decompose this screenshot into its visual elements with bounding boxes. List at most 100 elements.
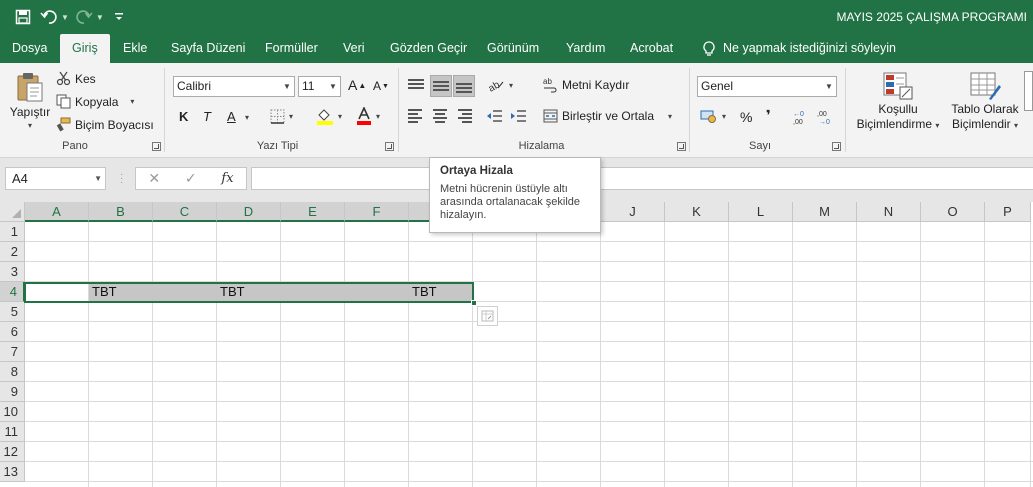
paste-button[interactable]: Yapıştır ▾ xyxy=(10,71,50,130)
middle-align-button[interactable] xyxy=(430,75,452,97)
row-header-9[interactable]: 9 xyxy=(0,382,25,402)
spreadsheet-grid[interactable]: ABCDEFGHIJKLMNOP12345678910111213 TBTTBT… xyxy=(0,202,1033,487)
row-header-1[interactable]: 1 xyxy=(0,222,25,242)
column-header-d[interactable]: D xyxy=(217,202,281,222)
row-header-12[interactable]: 12 xyxy=(0,442,25,462)
column-header-e[interactable]: E xyxy=(281,202,345,222)
column-header-f[interactable]: F xyxy=(345,202,409,222)
top-align-button[interactable] xyxy=(406,75,426,97)
tab-yardim[interactable]: Yardım xyxy=(566,34,605,63)
chevron-down-icon[interactable]: ▾ xyxy=(668,112,672,121)
increase-indent-icon[interactable] xyxy=(510,109,527,123)
font-name-combo[interactable]: Calibri ▼ xyxy=(173,76,295,97)
tab-acrobat[interactable]: Acrobat xyxy=(630,34,673,63)
cell-styles-button[interactable] xyxy=(1024,71,1033,111)
quick-analysis-icon[interactable] xyxy=(477,306,498,326)
conditional-formatting-button[interactable]: Koşullu Biçimlendirme ▾ xyxy=(854,71,942,131)
chevron-down-icon[interactable]: ▾ xyxy=(130,97,134,106)
tab-gorunum[interactable]: Görünüm xyxy=(487,34,539,63)
redo-dropdown-icon[interactable]: ▼ xyxy=(96,13,104,22)
column-header-p[interactable]: P xyxy=(985,202,1031,222)
column-header-b[interactable]: B xyxy=(89,202,153,222)
grow-font-button[interactable]: A ▲ xyxy=(348,77,366,93)
font-size-combo[interactable]: 11 ▼ xyxy=(298,76,341,97)
chevron-down-icon[interactable]: ▾ xyxy=(245,113,249,122)
tab-formuller[interactable]: Formüller xyxy=(265,34,318,63)
tab-veri[interactable]: Veri xyxy=(343,34,365,63)
number-launcher-icon[interactable] xyxy=(832,142,841,151)
percent-style-button[interactable]: % xyxy=(740,109,752,125)
copy-button[interactable]: Kopyala ▾ xyxy=(56,94,134,109)
align-center-button[interactable] xyxy=(432,109,448,123)
align-right-button[interactable] xyxy=(456,109,472,123)
tab-sayfa-duzeni[interactable]: Sayfa Düzeni xyxy=(171,34,245,63)
wrap-text-button[interactable]: ab Metni Kaydır xyxy=(543,77,629,93)
row-header-5[interactable]: 5 xyxy=(0,302,25,322)
merge-cells-icon xyxy=(543,109,558,123)
align-left-button[interactable] xyxy=(408,109,424,123)
row-header-7[interactable]: 7 xyxy=(0,342,25,362)
row-header-6[interactable]: 6 xyxy=(0,322,25,342)
save-icon[interactable] xyxy=(12,6,34,28)
column-header-j[interactable]: J xyxy=(601,202,665,222)
undo-icon[interactable] xyxy=(38,6,60,28)
fill-color-button[interactable]: ▾ xyxy=(316,107,342,125)
cell-d4[interactable]: TBT xyxy=(220,282,245,302)
underline-button[interactable]: A xyxy=(227,109,236,124)
column-header-l[interactable]: L xyxy=(729,202,793,222)
cut-button[interactable]: Kes xyxy=(56,71,96,86)
formula-bar-grip-icon[interactable]: · · · xyxy=(120,170,123,188)
merge-center-button[interactable]: Birleştir ve Ortala ▾ xyxy=(543,109,672,123)
accounting-format-button[interactable]: ▾ xyxy=(700,109,726,123)
column-header-a[interactable]: A xyxy=(25,202,89,222)
comma-style-button[interactable]: ❜ xyxy=(766,107,771,124)
row-header-11[interactable]: 11 xyxy=(0,422,25,442)
tell-me-search[interactable]: Ne yapmak istediğinizi söyleyin xyxy=(703,34,896,63)
column-header-n[interactable]: N xyxy=(857,202,921,222)
row-header-13[interactable]: 13 xyxy=(0,462,25,482)
cell-g4[interactable]: TBT xyxy=(412,282,437,302)
tab-giris[interactable]: Giriş xyxy=(60,34,110,63)
tab-gozden-gecir[interactable]: Gözden Geçir xyxy=(390,34,467,63)
bold-button[interactable]: K xyxy=(179,109,188,124)
clipboard-launcher-icon[interactable] xyxy=(152,142,161,151)
font-color-button[interactable]: ▾ xyxy=(356,107,380,125)
row-header-10[interactable]: 10 xyxy=(0,402,25,422)
insert-function-button[interactable]: fx xyxy=(221,171,233,186)
column-header-k[interactable]: K xyxy=(665,202,729,222)
enter-icon[interactable]: ✓ xyxy=(185,170,197,187)
decrease-indent-icon[interactable] xyxy=(486,109,503,123)
name-box[interactable]: A4 ▼ xyxy=(5,167,106,190)
format-as-table-button[interactable]: Tablo Olarak Biçimlendir ▾ xyxy=(946,71,1024,131)
row-header-8[interactable]: 8 xyxy=(0,362,25,382)
redo-icon[interactable] xyxy=(73,6,95,28)
column-header-o[interactable]: O xyxy=(921,202,985,222)
undo-dropdown-icon[interactable]: ▼ xyxy=(61,13,69,22)
orientation-button[interactable]: ab ▾ xyxy=(487,78,513,92)
font-launcher-icon[interactable] xyxy=(385,142,394,151)
bottom-align-button[interactable] xyxy=(453,75,475,97)
tab-ekle[interactable]: Ekle xyxy=(123,34,147,63)
format-painter-button[interactable]: Biçim Boyacısı xyxy=(56,117,154,132)
decrease-decimal-icon[interactable]: ,00 →0 xyxy=(816,109,834,125)
increase-decimal-icon[interactable]: ←0,00 xyxy=(792,109,810,125)
customize-qat-icon[interactable] xyxy=(108,6,130,28)
svg-text:,00: ,00 xyxy=(793,119,803,125)
grid-line xyxy=(25,341,1033,342)
row-header-3[interactable]: 3 xyxy=(0,262,25,282)
number-format-combo[interactable]: Genel ▼ xyxy=(697,76,837,97)
italic-button[interactable]: T xyxy=(203,109,211,124)
alignment-launcher-icon[interactable] xyxy=(677,142,686,151)
tab-dosya[interactable]: Dosya xyxy=(12,34,47,63)
column-header-m[interactable]: M xyxy=(793,202,857,222)
column-header-c[interactable]: C xyxy=(153,202,217,222)
cell-b4[interactable]: TBT xyxy=(92,282,117,302)
row-header-2[interactable]: 2 xyxy=(0,242,25,262)
shrink-font-button[interactable]: A ▼ xyxy=(373,79,389,93)
formula-input[interactable] xyxy=(251,167,1033,190)
row-header-4[interactable]: 4 xyxy=(0,282,25,302)
cancel-icon[interactable]: ✕ xyxy=(148,170,160,187)
select-all-button[interactable] xyxy=(0,202,25,222)
borders-button[interactable]: ▾ xyxy=(270,109,293,124)
conditional-formatting-icon xyxy=(883,72,913,100)
